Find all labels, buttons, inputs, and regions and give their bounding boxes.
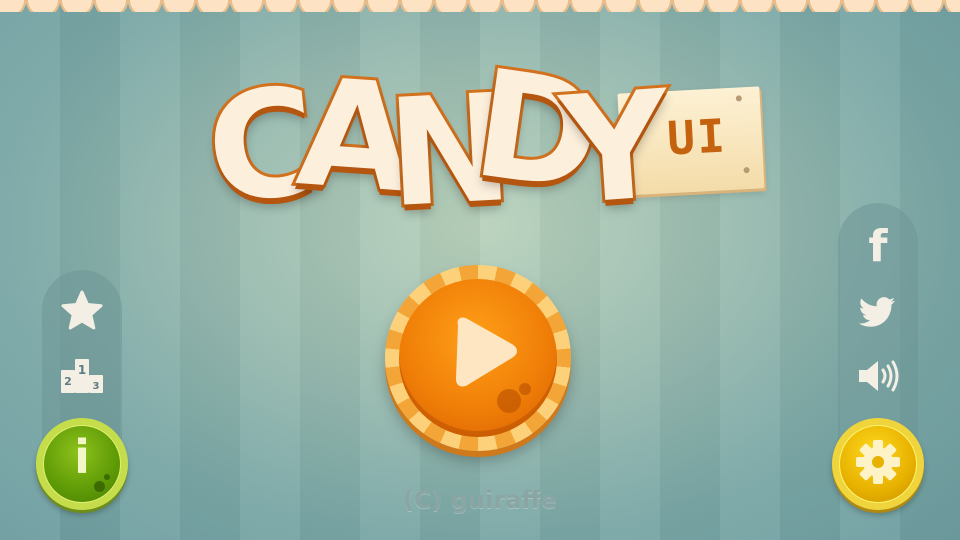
title-letter: Y (553, 55, 678, 240)
game-menu-screen: UI C A N D Y 1 2 3 f i (C) guiraffe (0, 0, 960, 540)
copyright-credit: (C) guiraffe (402, 486, 558, 514)
facebook-icon: f (868, 221, 888, 272)
game-logo-title: C A N D Y (196, 34, 678, 243)
settings-button-face (840, 426, 916, 502)
play-icon (456, 317, 531, 413)
star-icon (61, 290, 103, 330)
leaderboard-podium-icon: 1 2 3 (61, 359, 103, 393)
settings-button[interactable] (832, 418, 924, 510)
sound-button[interactable] (853, 351, 903, 401)
info-icon: i (74, 430, 90, 484)
podium-first: 1 (78, 363, 86, 377)
candy-scallop-border (0, 0, 960, 12)
bubble-decoration (104, 474, 110, 480)
facebook-button[interactable]: f (853, 222, 903, 272)
nail-icon (735, 95, 742, 102)
play-button[interactable] (385, 265, 571, 451)
info-button[interactable]: i (36, 418, 128, 510)
sound-icon (859, 360, 899, 392)
nail-icon (743, 166, 750, 174)
bubble-decoration (497, 389, 521, 413)
gear-icon (856, 440, 900, 484)
bubble-decoration (519, 383, 531, 395)
leaderboard-button[interactable]: 1 2 3 (57, 350, 107, 400)
favorites-button[interactable] (57, 286, 107, 336)
twitter-icon (859, 297, 896, 327)
podium-third: 3 (93, 381, 100, 392)
info-button-face: i (44, 426, 120, 502)
twitter-button[interactable] (853, 288, 903, 338)
bubble-decoration (94, 481, 105, 492)
play-button-face (399, 279, 557, 437)
podium-second: 2 (64, 375, 72, 388)
